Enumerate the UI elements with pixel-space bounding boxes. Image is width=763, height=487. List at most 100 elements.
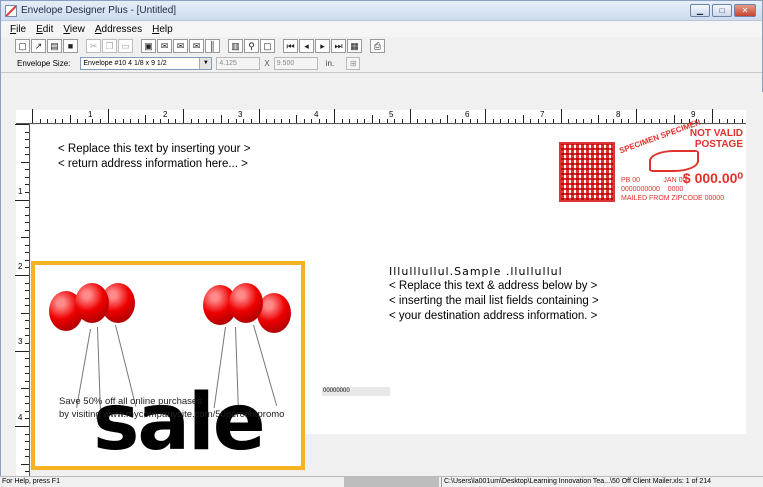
database-icon[interactable]: ▦ [347, 39, 362, 53]
ruler-tick [160, 119, 162, 123]
ruler-tick [152, 119, 154, 123]
ruler-tick [296, 115, 298, 123]
ruler-tick [507, 119, 509, 123]
ruler-tick [575, 119, 577, 123]
ruler-tick [167, 119, 169, 123]
ruler-tick [568, 119, 570, 123]
ruler-tick [25, 131, 29, 133]
ruler-tick [25, 410, 29, 412]
ruler-tick [25, 222, 29, 224]
first-record-icon[interactable]: ⏮ [283, 39, 298, 53]
toolbar: ▢ ↗ ▤ ■ ✂ ❐ ▭ ▣ ✉ ✉ ✉ ║ ▥ ⚲ ▢ ⏮ ◂ ▸ ⏭ ▦ … [1, 37, 762, 55]
fit-icon[interactable]: ▢ [260, 39, 275, 53]
ruler-tick [190, 119, 192, 123]
window-title: Envelope Designer Plus - [Untitled] [21, 5, 177, 16]
cut-icon[interactable]: ✂ [86, 39, 101, 53]
ruler-tick [719, 119, 721, 123]
copy-icon[interactable]: ❐ [102, 39, 117, 53]
menu-edit[interactable]: Edit [31, 24, 58, 35]
ruler-number: 3 [238, 110, 243, 119]
ruler-tick [32, 109, 33, 123]
postage-stamp[interactable]: SPECIMEN SPECIMEN NOT VALID POSTAGE PB 0… [557, 118, 747, 208]
ruler-tick [25, 139, 29, 141]
open-icon[interactable]: ↗ [31, 39, 46, 53]
ruler-tick [25, 207, 29, 209]
ruler-tick [213, 119, 215, 123]
ruler-tick [15, 350, 29, 352]
layout-icon[interactable]: ▥ [228, 39, 243, 53]
barcode-number-field[interactable]: 00000000 [322, 387, 390, 396]
envelope-height-field[interactable]: 9.500 [273, 57, 318, 70]
dimension-separator: X [264, 59, 270, 68]
barcode-icon[interactable]: ║ [205, 39, 220, 53]
zoom-icon[interactable]: ⚲ [244, 39, 259, 53]
destination-address-line: < Replace this text & address below by > [389, 280, 598, 292]
ruler-tick [379, 119, 381, 123]
paste-icon[interactable]: ▭ [118, 39, 133, 53]
save-icon[interactable]: ■ [63, 39, 78, 53]
ruler-tick [25, 320, 29, 322]
menu-view[interactable]: View [58, 24, 90, 35]
ruler-tick [394, 119, 396, 123]
ruler-tick [311, 119, 313, 123]
ruler-tick [454, 119, 456, 123]
ruler-tick [613, 119, 615, 123]
ruler-tick [175, 119, 177, 123]
postal-barcode[interactable]: Illulllullul.Sample .llullullul [389, 265, 563, 278]
ruler-number: 7 [540, 110, 545, 119]
ruler-tick [439, 119, 441, 123]
menu-file[interactable]: File [5, 24, 31, 35]
ruler-tick [21, 463, 29, 465]
menu-addresses[interactable]: Addresses [90, 24, 147, 35]
close-button[interactable]: ✕ [734, 4, 756, 17]
menu-help[interactable]: Help [147, 24, 178, 35]
sale-ad-image[interactable]: sale Save 50% off all online purchases b… [31, 261, 305, 470]
envelope-return-icon[interactable]: ✉ [189, 39, 204, 53]
ruler-tick [39, 119, 41, 123]
status-help-text: For Help, press F1 [2, 478, 60, 485]
ruler-tick [658, 119, 660, 123]
print-preview-icon[interactable]: ▤ [47, 39, 62, 53]
printer-icon[interactable]: ⎙ [370, 39, 385, 53]
chevron-down-icon[interactable]: ▼ [199, 58, 212, 69]
balloon-icon [75, 283, 109, 323]
ruler-tick [21, 312, 29, 314]
status-progress-bar [344, 477, 439, 487]
ruler-tick [25, 214, 29, 216]
status-bar: For Help, press F1 C:\Users\la001um\Desk… [0, 476, 763, 487]
minimize-button[interactable]: ▁ [690, 4, 710, 17]
swap-dimensions-button[interactable]: ⊞ [346, 57, 361, 70]
ruler-number: 6 [465, 110, 470, 119]
vertical-ruler: 1 2 3 4 [15, 124, 30, 476]
not-valid-text: NOT VALID POSTAGE [689, 128, 743, 150]
ruler-tick [25, 282, 29, 284]
ruler-tick [711, 109, 713, 123]
envelope-designer-app-icon [5, 4, 17, 17]
image-icon[interactable]: ▣ [141, 39, 156, 53]
maximize-button[interactable]: □ [712, 4, 732, 17]
ruler-number: 5 [389, 110, 394, 119]
envelope-width-field[interactable]: 4.125 [216, 57, 261, 70]
ruler-tick [25, 456, 29, 458]
envelope-address-icon[interactable]: ✉ [173, 39, 188, 53]
ruler-tick [25, 380, 29, 382]
ruler-tick [598, 115, 600, 123]
ruler-tick [15, 124, 29, 125]
envelope-icon[interactable]: ✉ [157, 39, 172, 53]
new-icon[interactable]: ▢ [15, 39, 30, 53]
return-address-line: < return address information here... > [58, 158, 248, 170]
ruler-tick [99, 119, 101, 123]
ruler-tick [492, 119, 494, 123]
last-record-icon[interactable]: ⏭ [331, 39, 346, 53]
title-bar: Envelope Designer Plus - [Untitled] ▁ □ … [1, 1, 762, 21]
ruler-number: 2 [163, 110, 168, 119]
prev-record-icon[interactable]: ◂ [299, 39, 314, 53]
postage-qr-code [559, 142, 615, 202]
ruler-tick [500, 119, 502, 123]
destination-address-block[interactable]: < Replace this text & address below by >… [389, 279, 599, 324]
ruler-tick [220, 115, 222, 123]
ruler-tick [281, 119, 283, 123]
return-address-block[interactable]: < Replace this text by inserting your > … [58, 142, 250, 172]
next-record-icon[interactable]: ▸ [315, 39, 330, 53]
envelope-size-select[interactable]: Envelope #10 4 1/8 x 9 1/2 ▼ [80, 57, 213, 70]
